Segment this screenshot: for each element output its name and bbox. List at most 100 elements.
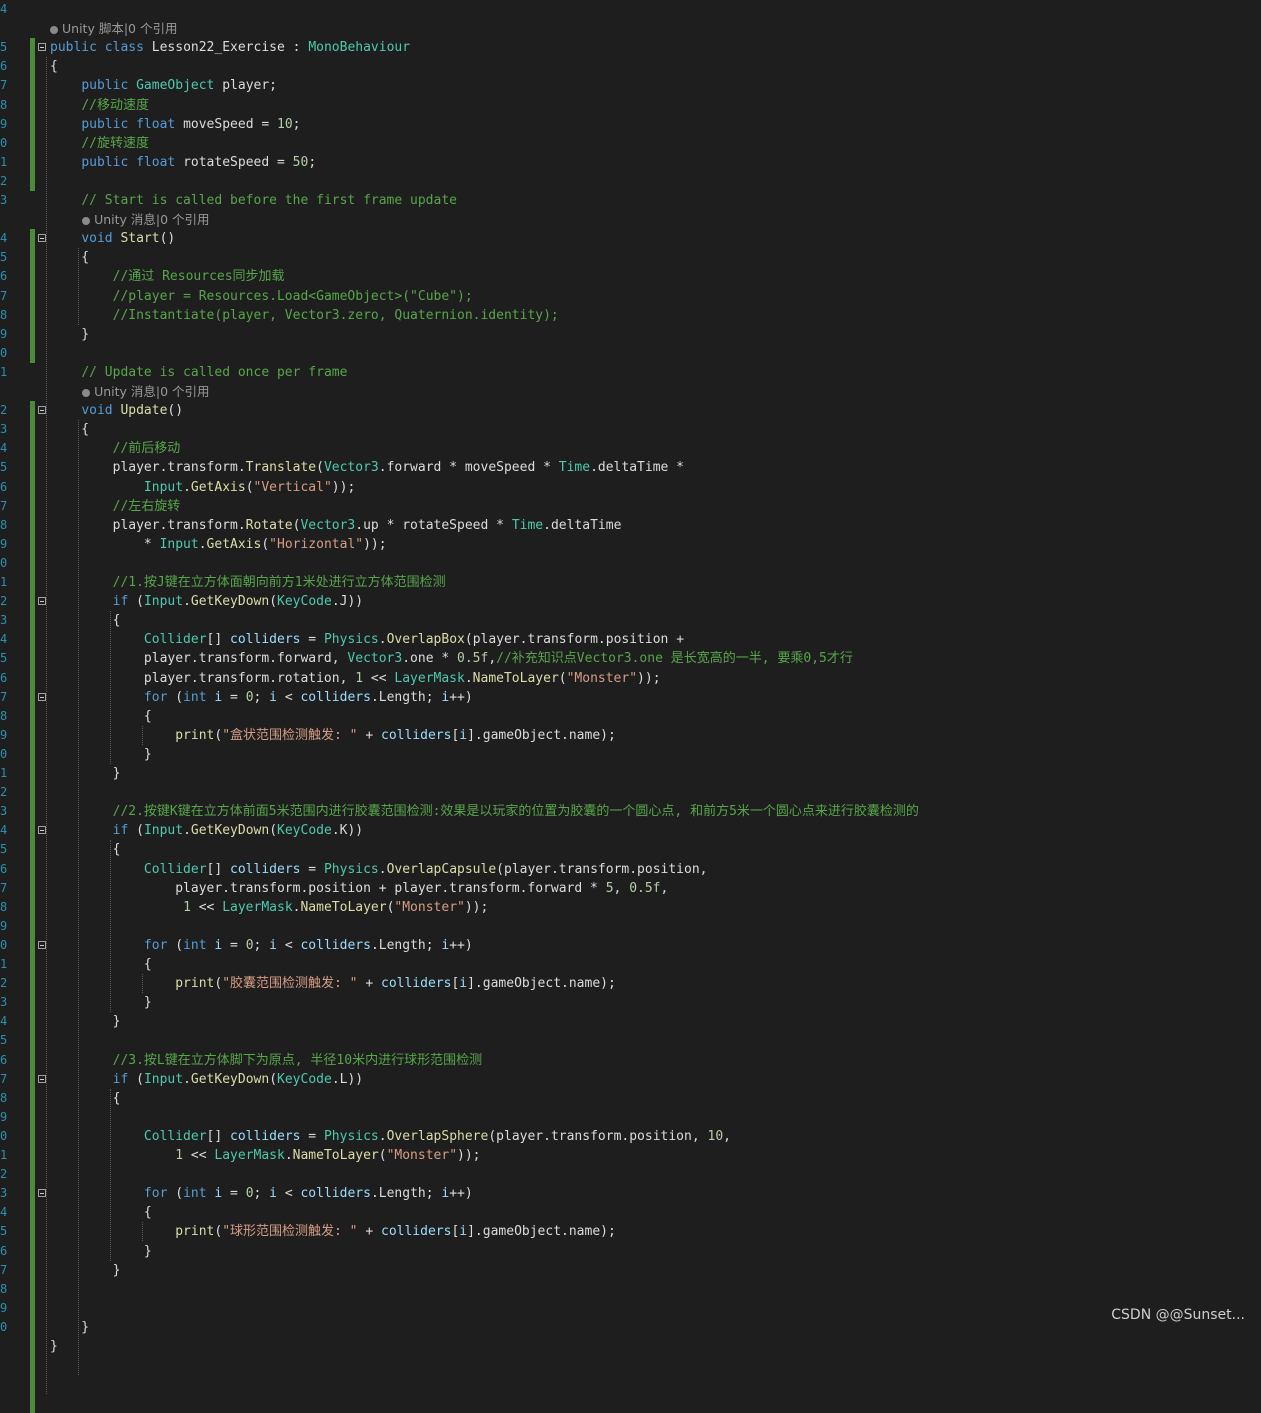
code-line[interactable]: 6 Input.GetAxis("Vertical")); [0,478,1261,497]
code-line[interactable]: 8 player.transform.Rotate(Vector3.up * r… [0,516,1261,535]
code-line[interactable]: 4 } [0,1012,1261,1031]
code-line[interactable]: 1 //1.按J键在立方体面朝向前方1米处进行立方体范围检测 [0,573,1261,592]
code-token: "Monster" [566,670,638,686]
collapse-toggle-icon[interactable] [38,692,46,701]
code-line[interactable]: 8 //Instantiate(player, Vector3.zero, Qu… [0,306,1261,325]
code-token: .L)) [331,1071,364,1087]
code-line[interactable]: 4 //前后移动 [0,439,1261,458]
collapse-toggle-icon[interactable] [38,234,46,243]
code-line[interactable]: 8 //移动速度 [0,96,1261,115]
code-line[interactable]: 2 [0,172,1261,191]
code-line[interactable]: 5 player.transform.Translate(Vector3.for… [0,458,1261,477]
code-text: { [50,1203,152,1222]
collapse-toggle-icon[interactable] [38,597,46,606]
codelens-references[interactable]: Unity 消息|0 个引用 [82,210,210,229]
code-line[interactable]: 0 //旋转速度 [0,134,1261,153]
code-line[interactable]: 0 [0,554,1261,573]
code-line[interactable]: 9 [0,917,1261,936]
code-line[interactable]: 1 // Update is called once per frame [0,363,1261,382]
code-line[interactable]: 8 { [0,1089,1261,1108]
codelens-row[interactable]: Unity 消息|0 个引用 [0,382,1261,401]
code-token: "Vertical" [253,479,332,495]
code-line[interactable]: 9 } [0,325,1261,344]
line-number: 6 [0,479,8,494]
code-line[interactable]: 0 } [0,745,1261,764]
code-line[interactable]: 3 { [0,611,1261,630]
code-line[interactable]: 9 public float moveSpeed = 10; [0,115,1261,134]
code-line[interactable]: 7 player.transform.position + player.tra… [0,879,1261,898]
collapse-toggle-icon[interactable] [38,1189,46,1198]
code-line[interactable]: 6 //3.按L键在立方体脚下为原点, 半径10米内进行球形范围检测 [0,1051,1261,1070]
code-line[interactable]: 5 [0,1031,1261,1050]
code-line[interactable]: 7 public GameObject player; [0,76,1261,95]
code-token: print [175,976,215,992]
code-line[interactable]: 6 } [0,1242,1261,1261]
code-token: , [660,880,669,896]
code-line[interactable]: 0 Collider[] colliders = Physics.Overlap… [0,1127,1261,1146]
code-line[interactable]: 3 { [0,420,1261,439]
code-line[interactable]: 4 [0,0,1261,19]
code-token: "胶囊范围检测触发: " [222,976,358,992]
code-token: 0 [245,1186,254,1202]
code-line[interactable]: 9 [0,1299,1261,1318]
code-line[interactable]: 3 // Start is called before the first fr… [0,191,1261,210]
code-line[interactable]: 8 { [0,707,1261,726]
code-line[interactable]: 8 [0,1280,1261,1299]
code-line[interactable]: 6{ [0,57,1261,76]
line-number: 9 [0,116,8,131]
code-line[interactable]: 8 1 << LayerMask.NameToLayer("Monster"))… [0,898,1261,917]
code-line[interactable]: 7 } [0,1261,1261,1280]
code-line[interactable]: 7 if (Input.GetKeyDown(KeyCode.L)) [0,1070,1261,1089]
code-line[interactable]: 5 { [0,840,1261,859]
codelens-references[interactable]: Unity 消息|0 个引用 [82,382,210,401]
code-line[interactable]: 1 } [0,764,1261,783]
code-line[interactable]: 7 for (int i = 0; i < colliders.Length; … [0,688,1261,707]
code-line[interactable]: 7 //左右旋转 [0,497,1261,516]
code-line[interactable]: 1 public float rotateSpeed = 50; [0,153,1261,172]
collapse-toggle-icon[interactable] [38,43,46,52]
code-line[interactable]: 2 if (Input.GetKeyDown(KeyCode.J)) [0,592,1261,611]
collapse-toggle-icon[interactable] [38,940,46,949]
code-line[interactable]: 0 [0,344,1261,363]
code-editor[interactable]: 4 Unity 脚本|0 个引用 5 public class Lesson22_Ex… [0,0,1261,1413]
code-line[interactable]: 6 player.transform.rotation, 1 << LayerM… [0,669,1261,688]
code-line[interactable]: 7 //player = Resources.Load<GameObject>(… [0,287,1261,306]
collapse-toggle-icon[interactable] [38,1074,46,1083]
code-token: } [50,766,121,781]
code-line[interactable]: 4 void Start() [0,229,1261,248]
code-line[interactable]: } [0,1337,1261,1356]
code-line[interactable]: 9 print("盒状范围检测触发: " + colliders[i].game… [0,726,1261,745]
collapse-toggle-icon[interactable] [38,826,46,835]
code-line[interactable]: 2 print("胶囊范围检测触发: " + colliders[i].game… [0,974,1261,993]
code-line[interactable]: 6 Collider[] colliders = Physics.Overlap… [0,860,1261,879]
code-line[interactable]: 9 * Input.GetAxis("Horizontal")); [0,535,1261,554]
codelens-row[interactable]: Unity 脚本|0 个引用 [0,19,1261,38]
code-line[interactable]: 2 [0,1165,1261,1184]
code-token: + [357,1224,381,1240]
code-line[interactable]: 6 //通过 Resources同步加载 [0,267,1261,286]
codelens-references[interactable]: Unity 脚本|0 个引用 [50,19,177,38]
code-line[interactable]: 0 } [0,1318,1261,1337]
collapse-toggle-icon[interactable] [38,406,46,415]
code-line[interactable]: 0 for (int i = 0; i < colliders.Length; … [0,936,1261,955]
line-number: 9 [0,1109,8,1124]
code-line[interactable]: 2 [0,783,1261,802]
code-line[interactable]: 5 player.transform.forward, Vector3.one … [0,649,1261,668]
code-line[interactable]: 5 print("球形范围检测触发: " + colliders[i].game… [0,1222,1261,1241]
code-line[interactable]: 4 { [0,1203,1261,1222]
code-line[interactable]: 2 void Update() [0,401,1261,420]
code-line[interactable]: 3 for (int i = 0; i < colliders.Length; … [0,1184,1261,1203]
code-line[interactable]: 3 } [0,993,1261,1012]
code-line[interactable]: 4 Collider[] colliders = Physics.Overlap… [0,630,1261,649]
code-line[interactable]: 1 { [0,955,1261,974]
code-line[interactable]: 1 1 << LayerMask.NameToLayer("Monster"))… [0,1146,1261,1165]
code-token: //3.按L键在立方体脚下为原点, 半径10米内进行球形范围检测 [112,1052,483,1068]
codelens-row[interactable]: Unity 消息|0 个引用 [0,210,1261,229]
code-token: colliders [381,727,452,743]
code-line[interactable]: 4 if (Input.GetKeyDown(KeyCode.K)) [0,821,1261,840]
code-line[interactable]: 5 { [0,248,1261,267]
code-line[interactable]: 3 //2.按键K键在立方体前面5米范围内进行胶囊范围检测:效果是以玩家的位置为… [0,802,1261,821]
code-line[interactable]: 5 public class Lesson22_Exercise : MonoBe… [0,38,1261,57]
code-line[interactable]: 9 [0,1108,1261,1127]
